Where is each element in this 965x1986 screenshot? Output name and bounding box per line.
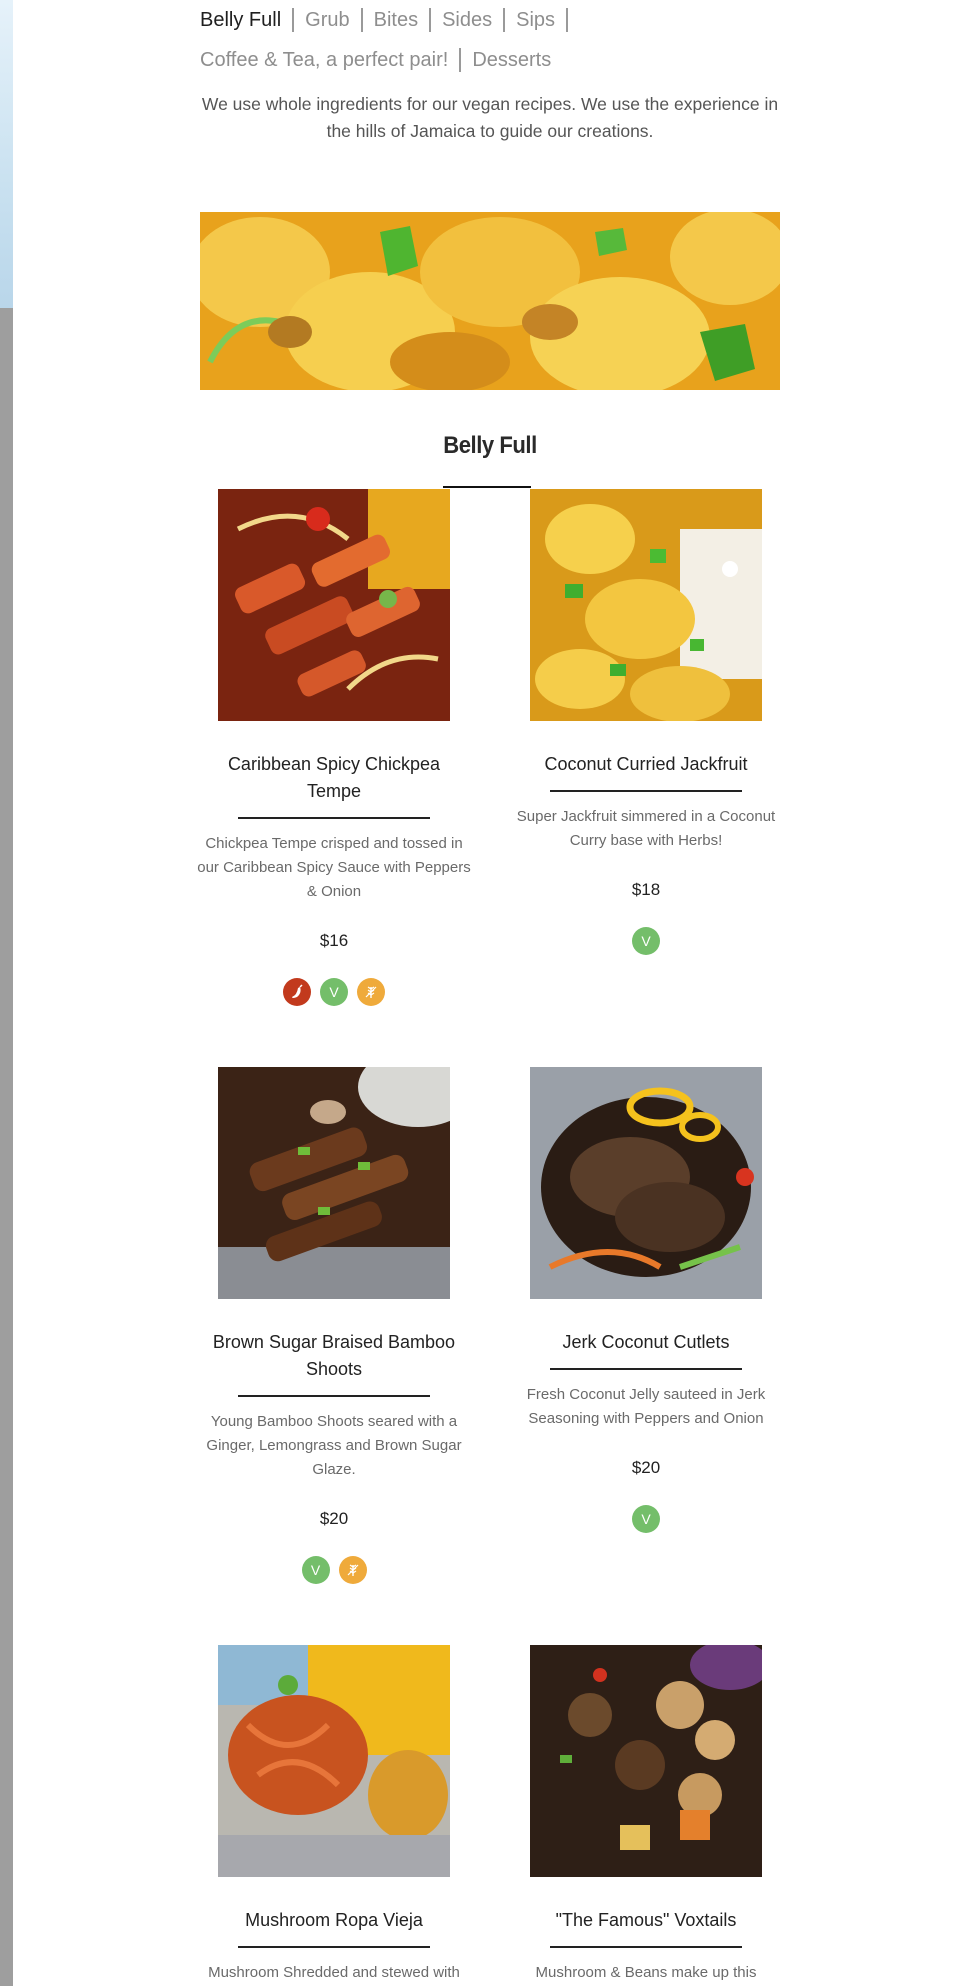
nav-separator [503, 8, 506, 32]
page-edge-strip [0, 0, 13, 1986]
nav-separator [360, 8, 363, 32]
dish-price: $16 [319, 931, 349, 950]
nav-item-desserts[interactable]: Desserts [472, 49, 551, 72]
nav-separator [459, 48, 462, 72]
dish-divider [238, 1395, 430, 1397]
dish-description: Young Bamboo Shoots seared with a Ginger… [206, 1413, 462, 1478]
gluten-free-icon [357, 978, 385, 1006]
menu-intro-text: We use whole ingredients for our vegan r… [201, 94, 779, 141]
vegan-icon: V [632, 1505, 660, 1533]
menu-category-nav: Belly Full Grub Bites Sides Sips Coffee … [200, 8, 800, 88]
dish-description: Chickpea Tempe crisped and tossed in our… [197, 835, 471, 900]
dish-name: Mushroom Ropa Vieja [245, 1910, 423, 1930]
nav-item-sides[interactable]: Sides [442, 9, 492, 32]
dish-price: $20 [631, 1458, 661, 1477]
dish-divider [238, 1946, 430, 1948]
dish-description: Fresh Coconut Jelly sauteed in Jerk Seas… [526, 1386, 766, 1427]
dish-divider [550, 790, 742, 792]
dish-photo [530, 1067, 762, 1299]
menu-item-card: Coconut Curried Jackfruit Super Jackfrui… [496, 489, 796, 955]
hero-food-banner [200, 212, 780, 390]
dish-photo [218, 1645, 450, 1877]
dish-name: Brown Sugar Braised Bamboo Shoots [212, 1332, 456, 1379]
dish-name: "The Famous" Voxtails [555, 1910, 737, 1930]
dish-price: $20 [319, 1509, 349, 1528]
section-title-underline [443, 486, 531, 488]
dietary-badges: V [496, 927, 796, 955]
menu-item-card: "The Famous" Voxtails Mushroom & Beans m… [496, 1645, 796, 1985]
vegan-icon: V [301, 1556, 330, 1584]
background-sky [0, 0, 13, 308]
dish-photo [218, 489, 450, 721]
dish-description: Super Jackfruit simmered in a Coconut Cu… [516, 808, 776, 849]
menu-item-card: Mushroom Ropa Vieja Mushroom Shredded an… [184, 1645, 484, 1985]
nav-item-sips[interactable]: Sips [516, 9, 555, 32]
dish-description: Mushroom & Beans make up this [535, 1964, 757, 1981]
vegan-icon: V [632, 927, 660, 955]
dish-name: Caribbean Spicy Chickpea Tempe [227, 754, 441, 801]
chili-pepper-icon [283, 978, 311, 1006]
nav-item-coffee-tea[interactable]: Coffee & Tea, a perfect pair! [200, 49, 448, 72]
dietary-badges: V [184, 1556, 484, 1584]
section-title: Belly Full [443, 432, 537, 459]
nav-separator [566, 8, 569, 32]
dish-name: Coconut Curried Jackfruit [544, 754, 748, 774]
dish-divider [238, 817, 430, 819]
dish-divider [550, 1946, 742, 1948]
nav-separator [429, 8, 432, 32]
menu-nav-row-2: Coffee & Tea, a perfect pair! Desserts [200, 48, 800, 72]
dish-price: $18 [631, 880, 661, 899]
menu-item-card: Jerk Coconut Cutlets Fresh Coconut Jelly… [496, 1067, 796, 1533]
gluten-free-icon [338, 1556, 367, 1584]
vegan-icon: V [320, 978, 348, 1006]
dietary-badges: V [496, 1505, 796, 1533]
nav-item-bites[interactable]: Bites [374, 9, 418, 32]
dietary-badges: V [184, 978, 484, 1006]
dish-photo [530, 1645, 762, 1877]
menu-nav-row-1: Belly Full Grub Bites Sides Sips [200, 8, 800, 32]
menu-item-card: Brown Sugar Braised Bamboo Shoots Young … [184, 1067, 484, 1584]
nav-separator [292, 8, 295, 32]
nav-item-belly-full[interactable]: Belly Full [200, 9, 281, 32]
nav-item-grub[interactable]: Grub [305, 9, 349, 32]
dish-name: Jerk Coconut Cutlets [562, 1332, 730, 1352]
dish-photo [530, 489, 762, 721]
dish-photo [218, 1067, 450, 1299]
menu-item-card: Caribbean Spicy Chickpea Tempe Chickpea … [184, 489, 484, 1006]
dish-description: Mushroom Shredded and stewed with [208, 1964, 460, 1981]
dish-divider [550, 1368, 742, 1370]
